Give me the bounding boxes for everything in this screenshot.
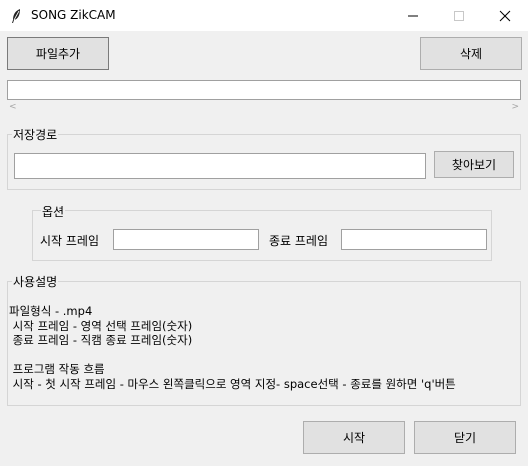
scroll-left-icon[interactable]: <: [9, 102, 17, 112]
minimize-icon: [408, 15, 418, 17]
close-button[interactable]: [482, 0, 528, 31]
browse-label: 찾아보기: [451, 158, 497, 172]
save-path-input[interactable]: [14, 153, 426, 179]
file-listbox[interactable]: [7, 80, 521, 100]
start-button[interactable]: 시작: [303, 421, 405, 454]
end-frame-label: 종료 프레임: [269, 234, 329, 248]
start-frame-input[interactable]: [113, 229, 259, 250]
start-frame-label: 시작 프레임: [40, 234, 100, 248]
usage-group-label: 사용설명: [12, 273, 59, 290]
add-file-button[interactable]: 파일추가: [7, 37, 109, 70]
maximize-button[interactable]: [436, 0, 482, 31]
browse-button[interactable]: 찾아보기: [434, 151, 514, 178]
close-app-label: 닫기: [453, 431, 477, 445]
delete-button[interactable]: 삭제: [420, 37, 522, 70]
usage-text: 파일형식 - .mp4 시작 프레임 - 영역 선택 프레임(숫자) 종료 프레…: [9, 304, 456, 391]
file-list-scrollbar[interactable]: < >: [7, 100, 521, 113]
scroll-right-icon[interactable]: >: [511, 102, 519, 112]
delete-label: 삭제: [459, 47, 483, 61]
close-app-button[interactable]: 닫기: [414, 421, 516, 454]
start-label: 시작: [342, 431, 366, 445]
maximize-icon: [454, 11, 464, 21]
close-icon: [499, 10, 511, 22]
minimize-button[interactable]: [390, 0, 436, 31]
options-group-label: 옵션: [41, 203, 66, 220]
window-title: SONG ZikCAM: [31, 8, 116, 22]
end-frame-input[interactable]: [341, 229, 487, 250]
title-bar: SONG ZikCAM: [0, 0, 528, 31]
feather-icon: [9, 8, 23, 24]
add-file-label: 파일추가: [35, 47, 81, 61]
save-path-group-label: 저장경로: [12, 126, 59, 143]
